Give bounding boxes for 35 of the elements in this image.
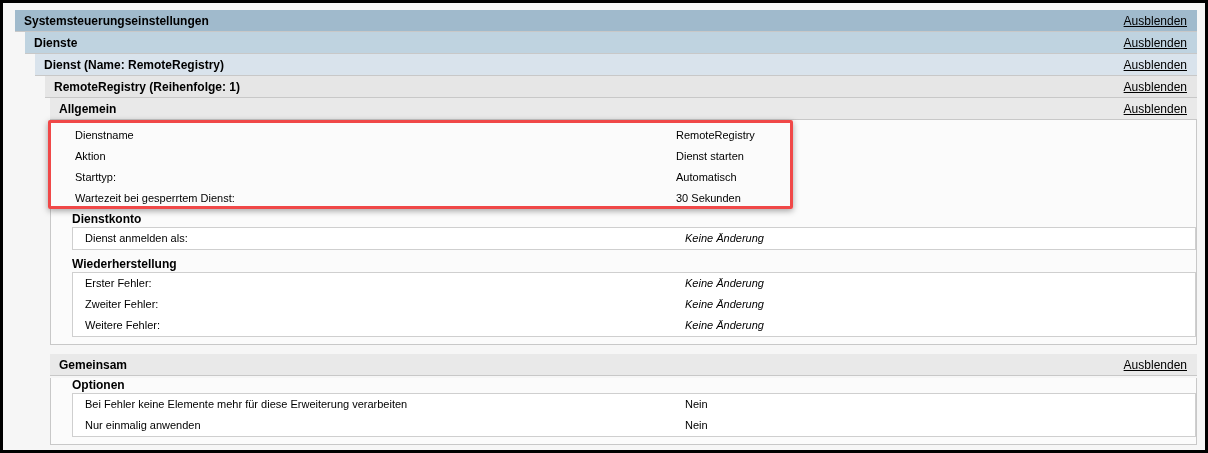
setting-label: Bei Fehler keine Elemente mehr für diese Erweiterung verarbeiten [85,397,409,413]
group-title: Wiederherstellung [72,257,178,272]
setting-value: Nein [685,397,708,413]
hide-link[interactable]: Ausblenden [1123,77,1187,96]
hide-link[interactable]: Ausblenden [1123,11,1187,30]
setting-value: Keine Änderung [685,276,764,292]
section-title: RemoteRegistry (Reihenfolge: 1) [54,78,241,96]
setting-label: Dienstname [75,128,135,144]
setting-value: Dienst starten [676,149,744,165]
section-title: Allgemein [59,100,117,118]
setting-label: Erster Fehler: [85,276,153,292]
setting-label: Dienst anmelden als: [85,231,189,247]
group-title: Optionen [72,378,126,393]
setting-value: Automatisch [676,170,737,186]
setting-value: RemoteRegistry [676,128,755,144]
setting-value: Keine Änderung [685,318,764,334]
setting-label: Weitere Fehler: [85,318,161,334]
hide-link[interactable]: Ausblenden [1123,33,1187,52]
setting-label: Zweiter Fehler: [85,297,160,313]
setting-label: Nur einmalig anwenden [85,418,202,434]
section-title: Dienst (Name: RemoteRegistry) [44,56,225,74]
setting-value: Keine Änderung [685,231,764,247]
setting-label: Starttyp: [75,170,117,186]
group-title: Dienstkonto [72,212,143,227]
setting-label: Aktion [75,149,107,165]
section-title: Systemsteuerungseinstellungen [24,12,209,30]
setting-value: Keine Änderung [685,297,764,313]
section-title: Dienste [34,34,78,52]
setting-value: Nein [685,418,708,434]
hide-link[interactable]: Ausblenden [1123,99,1187,118]
hide-link[interactable]: Ausblenden [1123,355,1187,374]
hide-link[interactable]: Ausblenden [1123,55,1187,74]
setting-value: 30 Sekunden [676,191,741,207]
setting-label: Wartezeit bei gesperrtem Dienst: [75,191,236,207]
section-title: Gemeinsam [59,356,128,374]
